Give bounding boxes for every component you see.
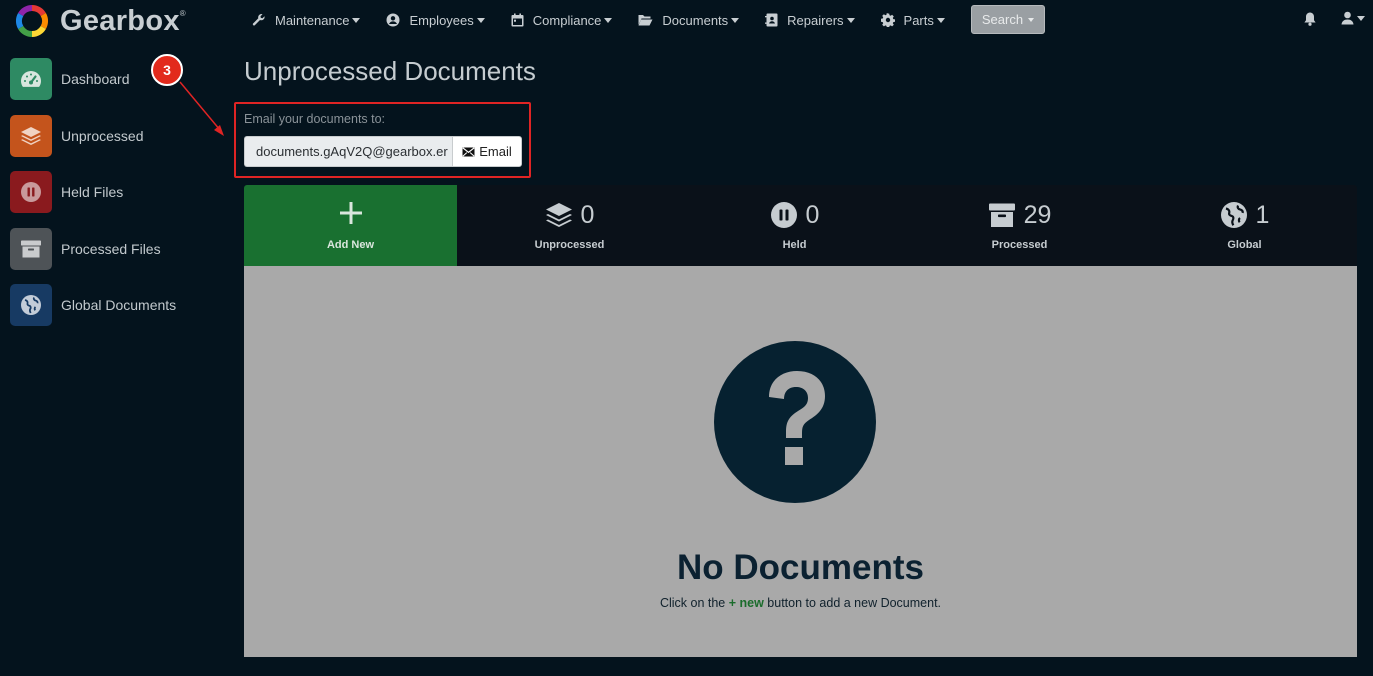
email-caption: Email your documents to: bbox=[244, 112, 386, 126]
add-new-label: Add New bbox=[326, 238, 375, 251]
stat-unprocessed[interactable]: 0 Unprocessed bbox=[457, 185, 682, 266]
annotation-arrow bbox=[179, 81, 224, 136]
archive-icon bbox=[10, 227, 52, 270]
caret-down-icon bbox=[731, 17, 740, 23]
stat-global[interactable]: 1 Global bbox=[1132, 185, 1357, 266]
brand-name: Gearbox® bbox=[60, 4, 186, 37]
page-title: Unprocessed Documents bbox=[244, 56, 536, 86]
add-new-button[interactable]: Add New bbox=[244, 185, 457, 266]
pause-icon bbox=[10, 171, 52, 213]
stat-count: 1 bbox=[1255, 200, 1270, 229]
stat-label: Held bbox=[782, 239, 807, 251]
layers-icon bbox=[545, 203, 572, 227]
nav-documents[interactable]: Documents bbox=[638, 12, 740, 28]
contact-book-icon bbox=[765, 13, 778, 27]
globe-icon bbox=[10, 284, 52, 326]
caret-down-icon bbox=[476, 17, 485, 23]
bell-icon[interactable] bbox=[1303, 11, 1317, 27]
nav-label: Documents bbox=[662, 12, 729, 28]
envelope-icon bbox=[462, 146, 475, 157]
stat-count: 0 bbox=[580, 200, 595, 229]
nav-label: Repairers bbox=[787, 12, 844, 28]
pause-circle-icon bbox=[770, 202, 797, 228]
documents-panel: No Documents Click on the + new button t… bbox=[244, 266, 1357, 657]
new-link[interactable]: + new bbox=[729, 596, 764, 610]
gearbox-logo-icon bbox=[15, 4, 49, 38]
empty-state-text: button to add a new Document. bbox=[763, 596, 942, 610]
stat-processed[interactable]: 29 Processed bbox=[907, 185, 1132, 266]
folder-open-icon bbox=[638, 15, 653, 26]
email-button-label: Email bbox=[479, 144, 512, 159]
user-icon bbox=[1341, 11, 1354, 25]
sidebar-item-label: Dashboard bbox=[61, 71, 130, 87]
nav-label: Maintenance bbox=[275, 12, 350, 28]
nav-maintenance[interactable]: Maintenance bbox=[252, 12, 361, 28]
main-nav: Maintenance Employees Compliance Documen… bbox=[252, 0, 971, 40]
calendar-icon bbox=[511, 13, 524, 27]
layers-icon bbox=[10, 114, 52, 157]
user-menu[interactable] bbox=[1341, 11, 1365, 25]
plus-icon bbox=[339, 201, 363, 231]
sidebar-item-label: Held Files bbox=[61, 184, 124, 200]
caret-down-icon bbox=[846, 17, 855, 23]
sidebar-item-global-documents[interactable]: Global Documents bbox=[10, 283, 220, 327]
stat-label: Global bbox=[1227, 239, 1262, 251]
globe-icon bbox=[1220, 202, 1247, 228]
caret-down-icon bbox=[352, 17, 361, 23]
sidebar-item-label: Unprocessed bbox=[61, 127, 144, 144]
empty-state-title: No Documents bbox=[677, 548, 924, 587]
sidebar-item-label: Global Documents bbox=[61, 297, 177, 313]
nav-label: Compliance bbox=[532, 12, 602, 28]
archive-icon bbox=[988, 203, 1015, 227]
search-button[interactable]: Search bbox=[971, 5, 1045, 34]
nav-repairers[interactable]: Repairers bbox=[765, 12, 855, 28]
email-documents-box: Email your documents to: documents.gAqV2… bbox=[234, 102, 531, 178]
gear-icon bbox=[880, 13, 895, 27]
caret-down-icon bbox=[604, 17, 613, 23]
stat-label: Processed bbox=[991, 239, 1048, 251]
empty-state-text: Click on the bbox=[659, 596, 729, 610]
nav-parts[interactable]: Parts bbox=[880, 12, 945, 28]
nav-label: Parts bbox=[903, 12, 934, 28]
email-button[interactable]: Email bbox=[452, 136, 522, 167]
question-mark-icon bbox=[714, 341, 876, 503]
search-label: Search bbox=[981, 12, 1024, 27]
speedometer-icon bbox=[10, 58, 52, 100]
caret-down-icon bbox=[1357, 15, 1365, 21]
stat-label: Unprocessed bbox=[534, 239, 605, 251]
nav-employees[interactable]: Employees bbox=[386, 12, 485, 28]
email-input-group: documents.gAqV2Q@gearbox.er Email bbox=[244, 136, 522, 167]
empty-state-message: Click on the + new button to add a new D… bbox=[244, 596, 1357, 610]
sidebar-item-label: Processed Files bbox=[61, 240, 161, 257]
wrench-icon bbox=[252, 14, 265, 26]
sidebar-item-held-files[interactable]: Held Files bbox=[10, 170, 220, 214]
document-stats-bar: Add New 0 Unprocessed 0 Held 29 Processe… bbox=[244, 185, 1357, 266]
email-address-field[interactable]: documents.gAqV2Q@gearbox.er bbox=[244, 136, 452, 167]
stat-count: 0 bbox=[805, 200, 820, 229]
stat-count: 29 bbox=[1023, 200, 1052, 229]
brand-logo[interactable]: Gearbox® bbox=[14, 4, 186, 38]
user-circle-icon bbox=[386, 13, 400, 27]
top-navbar: Gearbox® Maintenance Employees Complianc… bbox=[0, 0, 1373, 40]
stat-held[interactable]: 0 Held bbox=[682, 185, 907, 266]
caret-down-icon bbox=[1028, 17, 1035, 22]
nav-compliance[interactable]: Compliance bbox=[511, 13, 613, 28]
sidebar-item-processed-files[interactable]: Processed Files bbox=[10, 227, 220, 271]
caret-down-icon bbox=[936, 17, 945, 23]
nav-label: Employees bbox=[409, 12, 474, 28]
